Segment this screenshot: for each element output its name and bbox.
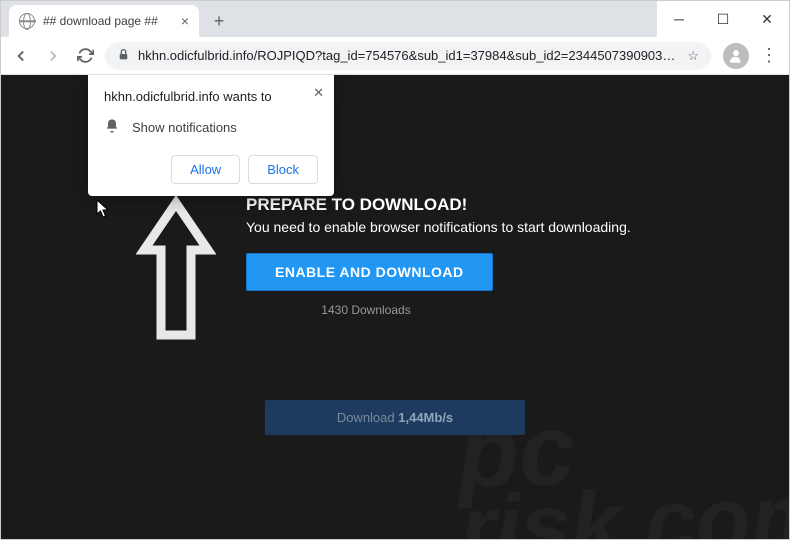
kebab-menu-icon[interactable]: ⋮ (757, 45, 781, 66)
page-content-area: pc risk.com PREPARE TO DOWNLOAD! You nee… (1, 75, 789, 539)
tab-bar: ## download page ## × + ─ ☐ ✕ (1, 1, 789, 37)
download-speed-bar[interactable]: Download 1,44Mb/s (265, 400, 525, 435)
back-button[interactable] (9, 44, 33, 68)
address-bar[interactable]: hkhn.odicfulbrid.info/ROJPIQD?tag_id=754… (105, 42, 711, 70)
close-window-button[interactable]: ✕ (753, 9, 781, 29)
browser-tab[interactable]: ## download page ## × (9, 5, 199, 37)
download-label: Download (337, 410, 398, 425)
downloads-count: 1430 Downloads (246, 303, 486, 317)
permission-actions: Allow Block (104, 155, 318, 184)
hero-section: PREPARE TO DOWNLOAD! You need to enable … (136, 195, 749, 350)
permission-option: Show notifications (104, 118, 318, 137)
reload-button[interactable] (73, 44, 97, 68)
browser-toolbar: hkhn.odicfulbrid.info/ROJPIQD?tag_id=754… (1, 37, 789, 75)
forward-button[interactable] (41, 44, 65, 68)
url-text: hkhn.odicfulbrid.info/ROJPIQD?tag_id=754… (138, 48, 679, 63)
block-button[interactable]: Block (248, 155, 318, 184)
notification-permission-popup: ✕ hkhn.odicfulbrid.info wants to Show no… (88, 75, 334, 196)
enable-download-button[interactable]: ENABLE AND DOWNLOAD (246, 253, 493, 291)
bell-icon (104, 118, 120, 137)
arrow-up-icon (136, 195, 216, 350)
globe-icon (19, 13, 35, 29)
maximize-button[interactable]: ☐ (709, 9, 737, 29)
window-controls: ─ ☐ ✕ (657, 1, 789, 37)
tab-title: ## download page ## (43, 14, 158, 28)
permission-title: hkhn.odicfulbrid.info wants to (104, 89, 318, 104)
allow-button[interactable]: Allow (171, 155, 240, 184)
lock-icon (117, 48, 130, 64)
profile-avatar[interactable] (723, 43, 749, 69)
download-speed-value: 1,44Mb/s (398, 410, 453, 425)
hero-subtitle: You need to enable browser notifications… (246, 219, 749, 235)
minimize-button[interactable]: ─ (665, 9, 693, 29)
new-tab-button[interactable]: + (205, 7, 233, 35)
hero-text: PREPARE TO DOWNLOAD! You need to enable … (246, 195, 749, 317)
close-tab-icon[interactable]: × (181, 13, 189, 29)
browser-window: ## download page ## × + ─ ☐ ✕ hkhn.odicf… (0, 0, 790, 540)
bookmark-star-icon[interactable]: ☆ (687, 48, 699, 64)
popup-close-icon[interactable]: ✕ (313, 85, 324, 101)
hero-title: PREPARE TO DOWNLOAD! (246, 195, 749, 215)
permission-option-label: Show notifications (132, 120, 237, 135)
